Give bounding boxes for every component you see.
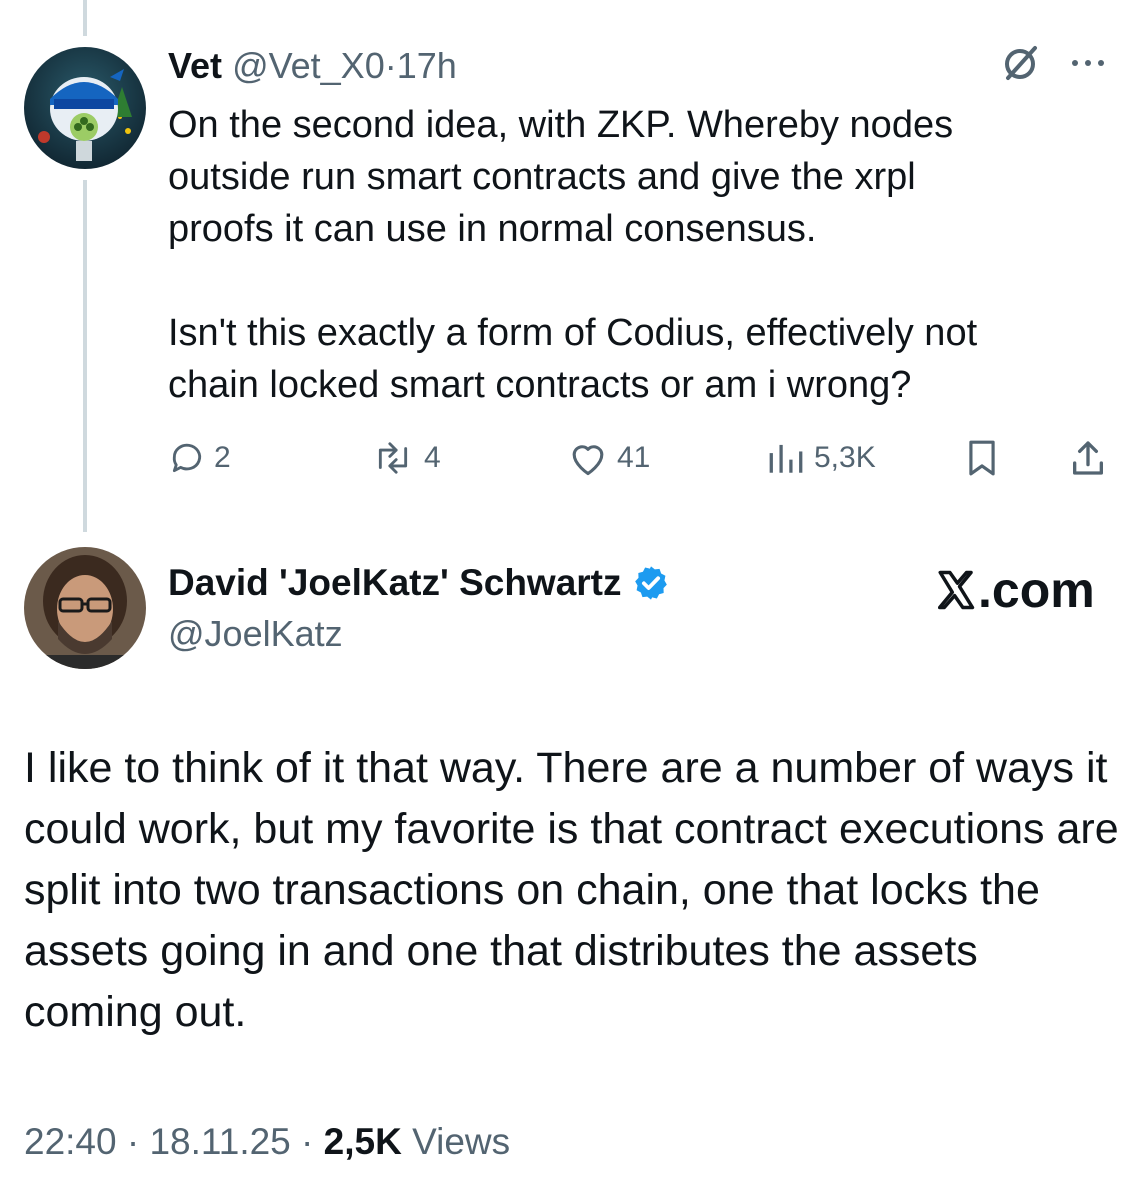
reply-handle[interactable]: @Vet_X0	[232, 45, 385, 86]
reply-top-icons	[1002, 44, 1110, 82]
x-com-suffix: .com	[978, 562, 1095, 618]
repost-count: 4	[424, 441, 441, 474]
share-icon	[1073, 441, 1103, 475]
more-icon[interactable]	[1070, 58, 1110, 68]
repost-button[interactable]: 4	[370, 436, 441, 480]
x-logo-icon	[937, 570, 975, 610]
repost-icon	[378, 442, 408, 474]
reply-display-name[interactable]: Vet	[168, 45, 222, 86]
thread-line-top	[83, 0, 87, 36]
main-date[interactable]: 18.11.25	[149, 1121, 290, 1162]
reply-action-bar: 2 4 41 5,3K	[0, 436, 1140, 480]
x-com-watermark: .com	[934, 562, 1095, 618]
like-button[interactable]: 41	[567, 436, 650, 480]
views-count: 5,3K	[814, 441, 876, 474]
vet-avatar-image	[24, 47, 146, 169]
reply-button[interactable]: 2	[168, 436, 231, 480]
bookmark-icon	[969, 440, 995, 476]
reply-time[interactable]: 17h	[397, 45, 457, 86]
bookmark-button[interactable]	[965, 436, 999, 480]
reply-time-separator: ·	[384, 45, 397, 86]
like-count: 41	[617, 441, 651, 474]
grok-icon[interactable]	[1002, 44, 1040, 82]
main-header: David 'JoelKatz' Schwartz	[168, 560, 670, 606]
main-text: I like to think of it that way. There ar…	[24, 744, 1119, 1036]
main-views-label: Views	[412, 1121, 511, 1162]
share-button[interactable]	[1068, 436, 1108, 480]
main-time[interactable]: 22:40	[24, 1121, 117, 1162]
views-button[interactable]: 5,3K	[766, 436, 876, 480]
comment-icon	[172, 443, 202, 473]
reply-text: On the second idea, with ZKP. Whereby no…	[168, 104, 978, 406]
verified-badge-icon	[634, 566, 667, 600]
david-avatar-image	[24, 547, 146, 669]
main-handle[interactable]: @JoelKatz	[168, 612, 343, 656]
main-views-count: 2,5K	[323, 1121, 402, 1162]
analytics-icon	[769, 444, 803, 473]
reply-count: 2	[214, 441, 231, 474]
main-display-name[interactable]: David 'JoelKatz' Schwartz	[168, 560, 622, 606]
meta-separator-2: ·	[301, 1121, 314, 1162]
meta-separator-1: ·	[126, 1121, 140, 1162]
reply-header: Vet @Vet_X0·17h	[168, 44, 457, 88]
avatar-david[interactable]	[24, 547, 146, 669]
heart-icon	[572, 445, 604, 476]
avatar-vet[interactable]	[24, 47, 146, 169]
main-meta: 22:40 · 18.11.25 · 2,5K Views	[24, 1118, 510, 1166]
